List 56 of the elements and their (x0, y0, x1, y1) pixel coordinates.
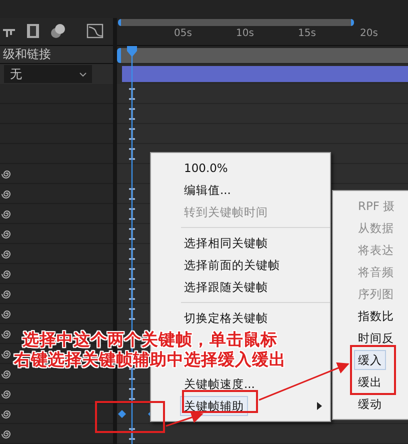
annotation-arrow (166, 412, 204, 427)
keyframe-marker-icon (129, 88, 135, 100)
menu-item[interactable]: 指数比 (355, 307, 397, 325)
menu-item[interactable]: 切换定格关键帧 (181, 309, 271, 327)
menu-item[interactable]: 缓出 (355, 373, 385, 391)
spiral-icon[interactable] (1, 308, 11, 319)
spiral-icon[interactable] (1, 228, 11, 239)
menu-item[interactable]: 选择前面的关键帧 (181, 256, 283, 274)
spiral-icon[interactable] (1, 408, 11, 419)
menu-item[interactable]: 100.0% (181, 159, 231, 177)
highlight-box (95, 401, 165, 433)
column-header: 级和链接 (3, 46, 51, 64)
time-label: 10s (235, 27, 255, 42)
menu-item[interactable]: 缓动 (355, 395, 385, 413)
keyframe-marker-icon (129, 148, 135, 160)
keyframe-icon[interactable] (118, 410, 126, 418)
spiral-icon[interactable] (1, 168, 11, 179)
spiral-icon[interactable] (1, 348, 11, 359)
keyframe-marker-icon (129, 368, 135, 380)
menu-item[interactable]: 编辑值... (181, 181, 234, 199)
keyframe-marker-icon (129, 388, 135, 400)
graph-editor-icon[interactable] (86, 22, 104, 40)
spiral-icon[interactable] (1, 208, 11, 219)
keyframe-marker-icon (129, 268, 135, 280)
spiral-icon[interactable] (1, 388, 11, 399)
time-label: 05s (173, 27, 193, 42)
keyframe-marker-icon (129, 208, 135, 220)
spiral-icon[interactable] (1, 368, 11, 379)
spiral-icon[interactable] (1, 428, 11, 439)
spiral-icon[interactable] (1, 248, 11, 259)
keyframe-marker-icon (129, 248, 135, 260)
spiral-icon[interactable] (1, 328, 11, 339)
keyframe-marker-icon (129, 188, 135, 200)
keyframe-marker-icon (129, 428, 135, 440)
menu-item[interactable]: 关键帧速度... (181, 375, 258, 393)
keyframe-marker-icon (129, 108, 135, 120)
chevron-icon (79, 72, 87, 77)
spiral-icon[interactable] (1, 288, 11, 299)
menu-item[interactable]: 选择相同关键帧 (181, 234, 271, 252)
highlight-box (350, 345, 396, 395)
work-area-bar[interactable] (117, 48, 408, 63)
film-icon[interactable] (26, 23, 40, 40)
time-label: 20s (359, 27, 379, 42)
spiral-icon[interactable] (1, 268, 11, 279)
parent-dropdown[interactable]: 无 (4, 65, 92, 84)
menu-item[interactable]: 选择跟随关键帧 (181, 278, 271, 296)
menu-item[interactable]: 缓入 (355, 351, 385, 369)
menu-item[interactable]: 时间反 (355, 329, 397, 347)
keyframe-marker-icon (129, 228, 135, 240)
keyframe-marker-icon (129, 128, 135, 140)
circles-icon[interactable] (50, 23, 66, 40)
keyframe-marker-icon (129, 308, 135, 320)
spiral-icon[interactable] (1, 188, 11, 199)
keyframe-marker-icon (129, 288, 135, 300)
time-label: 15s (297, 27, 317, 42)
submenu-arrow-icon (317, 402, 322, 410)
